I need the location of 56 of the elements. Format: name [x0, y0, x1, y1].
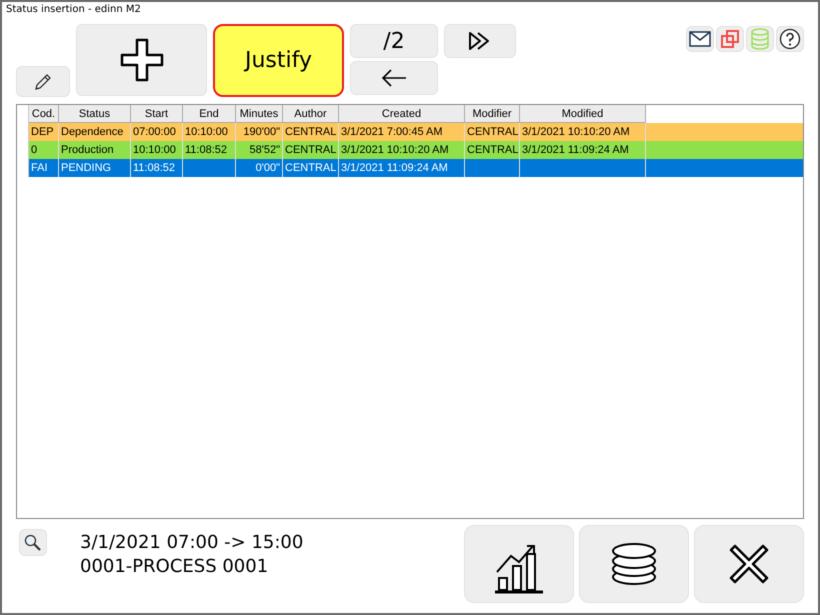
windows-button[interactable]	[716, 26, 744, 52]
table-cell: Production	[61, 144, 114, 156]
page-button[interactable]: /2	[350, 24, 438, 58]
window-title: Status insertion - edinn M2	[5, 4, 142, 17]
table-cell: CENTRAL	[285, 126, 336, 138]
back-button[interactable]	[350, 61, 438, 95]
table-cell: 11:08:52	[133, 162, 176, 174]
add-button[interactable]	[76, 24, 207, 96]
shift-info-text: 3/1/2021 07:00 -> 15:00	[80, 531, 304, 555]
left-arrow-icon	[380, 68, 408, 88]
table-cell: 3/1/2021 10:10:20 AM	[522, 126, 630, 138]
table-cell: 3/1/2021 7:00:45 AM	[341, 126, 443, 138]
mail-button[interactable]	[686, 26, 714, 52]
pencil-icon	[33, 72, 53, 92]
table-cell: 10:10:00	[133, 144, 176, 156]
column-header[interactable]: Status	[59, 105, 131, 123]
coins-icon	[609, 541, 659, 587]
close-button[interactable]	[694, 525, 804, 603]
table-cell: CENTRAL	[467, 144, 518, 156]
table-cell: 3/1/2021 10:10:20 AM	[341, 144, 449, 156]
column-header[interactable]: End	[183, 105, 236, 123]
table-row[interactable]: DEP Dependence 07:00:00 10:10:00 190'00" CENTRAL 3/1/2021 7:00:45 AM CENTRAL 3/1/2021 10:10:20 AM	[29, 123, 803, 141]
column-header[interactable]: Modifier	[465, 105, 520, 123]
search-button[interactable]	[19, 529, 47, 556]
table-cell: 07:00:00	[133, 126, 176, 138]
chart-button[interactable]	[464, 525, 574, 603]
table-cell: PENDING	[61, 162, 112, 174]
coins-button[interactable]	[579, 525, 689, 603]
table-cell: DEP	[31, 126, 54, 138]
column-header[interactable]: Start	[131, 105, 183, 123]
table-cell: 10:10:00	[185, 126, 228, 138]
search-icon	[23, 532, 43, 552]
column-header[interactable]: Cod.	[29, 105, 59, 123]
table-cell: 58'52"	[250, 144, 280, 156]
table-cell: 0'00"	[256, 162, 280, 174]
table-cell: 3/1/2021 11:09:24 AM	[341, 162, 448, 174]
fast-forward-button[interactable]	[444, 24, 516, 58]
table-cell: CENTRAL	[467, 126, 518, 138]
table-cell: 11:08:52	[185, 144, 228, 156]
table-cell: CENTRAL	[285, 144, 336, 156]
column-header[interactable]: Author	[283, 105, 339, 123]
table-row[interactable]: 0 Production 10:10:00 11:08:52 58'52" CENTRAL 3/1/2021 10:10:20 AM CENTRAL 3/1/2021 11:09:24 AM	[29, 141, 803, 159]
justify-button[interactable]: Justify	[213, 24, 344, 97]
edit-button[interactable]	[16, 66, 70, 97]
column-header[interactable]: Modified	[520, 105, 646, 123]
table-cell: Dependence	[61, 126, 124, 138]
table-cell: 0	[31, 144, 38, 156]
help-button[interactable]	[776, 26, 804, 52]
shift-info-text: 0001-PROCESS 0001	[80, 555, 270, 579]
table-cell: 3/1/2021 11:09:24 AM	[522, 144, 629, 156]
column-header[interactable]: Created	[339, 105, 465, 123]
table-cell: FAI	[31, 162, 48, 174]
table-cell: 190'00"	[243, 126, 280, 138]
table-cell: CENTRAL	[285, 162, 336, 174]
column-header[interactable]: Minutes	[236, 105, 283, 123]
table-row[interactable]: FAI PENDING 11:08:52 0'00" CENTRAL 3/1/2021 11:09:24 AM	[29, 159, 803, 177]
